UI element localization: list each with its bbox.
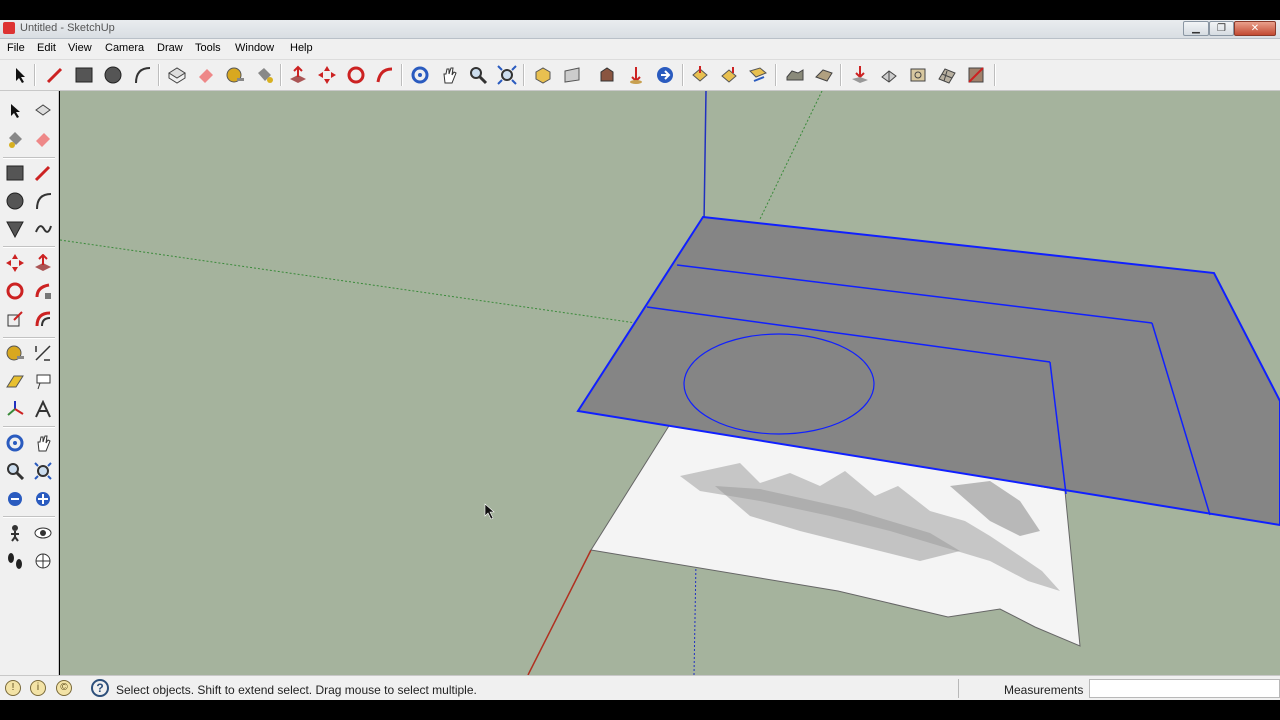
menu-tools[interactable]: Tools xyxy=(195,42,221,54)
menu-draw[interactable]: Draw xyxy=(157,42,183,54)
right-view-icon[interactable] xyxy=(625,64,647,86)
drawing-viewport[interactable] xyxy=(60,91,1280,675)
sketchup-app-icon[interactable] xyxy=(3,22,15,34)
orbit-icon[interactable] xyxy=(409,64,431,86)
menu-bar: File Edit View Camera Draw Tools Window … xyxy=(0,39,1280,59)
left-view-icon[interactable] xyxy=(689,64,711,86)
green-axis-negative xyxy=(60,239,637,324)
menu-window[interactable]: Window xyxy=(235,42,274,54)
select-icon[interactable] xyxy=(3,99,27,123)
make-component-icon[interactable] xyxy=(31,99,55,123)
window-title: Untitled - SketchUp xyxy=(20,22,115,34)
iso-view-icon[interactable] xyxy=(532,64,554,86)
sandbox-from-contours-icon[interactable] xyxy=(718,64,740,86)
terrain-grid-icon[interactable] xyxy=(936,64,958,86)
zoom-window-icon[interactable] xyxy=(31,459,55,483)
arc-icon[interactable] xyxy=(131,64,153,86)
zoom-extents-icon[interactable] xyxy=(31,487,55,511)
follow-me-icon[interactable] xyxy=(31,279,55,303)
rotate-icon[interactable] xyxy=(345,64,367,86)
measurements-label: Measurements xyxy=(1004,683,1084,697)
tool-palette xyxy=(0,91,59,675)
main-toolbar xyxy=(0,59,1280,91)
status-bar: ! i © ? Select objects. Shift to extend … xyxy=(0,675,1280,700)
minimize-button[interactable]: ▁ xyxy=(1183,21,1209,36)
make-component-icon[interactable] xyxy=(166,64,188,86)
tape-measure-icon[interactable] xyxy=(3,341,27,365)
menu-file[interactable]: File xyxy=(7,42,25,54)
orbit-icon[interactable] xyxy=(3,431,27,455)
pan-icon[interactable] xyxy=(438,64,460,86)
menu-view[interactable]: View xyxy=(68,42,92,54)
sandbox-from-scratch-icon[interactable] xyxy=(747,64,769,86)
menu-camera[interactable]: Camera xyxy=(105,42,144,54)
blue-axis-negative xyxy=(693,560,697,675)
polygon-icon[interactable] xyxy=(3,217,27,241)
menu-help[interactable]: Help xyxy=(290,42,313,54)
look-around-icon[interactable] xyxy=(31,521,55,545)
green-axis-positive xyxy=(759,91,823,220)
follow-me-icon[interactable] xyxy=(374,64,396,86)
select-icon[interactable] xyxy=(9,64,31,86)
position-camera-icon[interactable] xyxy=(3,521,27,545)
title-bar: Untitled - SketchUp ▁ ❐ ✕ xyxy=(0,20,1280,39)
close-button[interactable]: ✕ xyxy=(1234,21,1276,36)
circle-icon[interactable] xyxy=(3,189,27,213)
previous-view-icon[interactable] xyxy=(3,487,27,511)
walk-icon[interactable] xyxy=(3,549,27,573)
push-pull-icon[interactable] xyxy=(287,64,309,86)
flip-edge-icon[interactable] xyxy=(907,64,929,86)
credits-icon[interactable]: i xyxy=(30,680,46,696)
push-pull-icon[interactable] xyxy=(31,251,55,275)
help-icon[interactable]: ? xyxy=(91,679,109,697)
circle-icon[interactable] xyxy=(102,64,124,86)
red-axis xyxy=(527,549,592,675)
paint-bucket-icon[interactable] xyxy=(3,127,27,151)
text-icon[interactable] xyxy=(31,369,55,393)
rectangle-icon[interactable] xyxy=(73,64,95,86)
zoom-extents-icon[interactable] xyxy=(496,64,518,86)
protractor-icon[interactable] xyxy=(3,369,27,393)
freehand-icon[interactable] xyxy=(31,217,55,241)
maximize-button[interactable]: ❐ xyxy=(1209,21,1234,36)
dimension-icon[interactable] xyxy=(31,341,55,365)
stamp-icon[interactable] xyxy=(813,64,835,86)
paint-bucket-icon[interactable] xyxy=(253,64,275,86)
status-message: Select objects. Shift to extend select. … xyxy=(116,683,477,697)
section-cut-icon[interactable] xyxy=(965,64,987,86)
sign-in-icon[interactable]: © xyxy=(56,680,72,696)
model-canvas[interactable] xyxy=(60,91,1280,675)
line-icon[interactable] xyxy=(31,161,55,185)
mouse-cursor-icon xyxy=(484,503,495,520)
axes-icon[interactable] xyxy=(3,397,27,421)
zoom-icon[interactable] xyxy=(3,459,27,483)
measurements-input[interactable] xyxy=(1089,679,1280,698)
scale-icon[interactable] xyxy=(3,307,27,331)
drape-icon[interactable] xyxy=(849,64,871,86)
arc-icon[interactable] xyxy=(31,189,55,213)
add-detail-icon[interactable] xyxy=(878,64,900,86)
blue-axis xyxy=(703,91,707,224)
offset-icon[interactable] xyxy=(31,307,55,331)
front-view-icon[interactable] xyxy=(596,64,618,86)
rectangle-icon[interactable] xyxy=(3,161,27,185)
move-icon[interactable] xyxy=(316,64,338,86)
zoom-icon[interactable] xyxy=(467,64,489,86)
move-icon[interactable] xyxy=(3,251,27,275)
top-view-icon[interactable] xyxy=(561,64,583,86)
smoove-icon[interactable] xyxy=(784,64,806,86)
pan-icon[interactable] xyxy=(31,431,55,455)
section-plane-icon[interactable] xyxy=(31,549,55,573)
3d-text-icon[interactable] xyxy=(31,397,55,421)
geolocation-icon[interactable]: ! xyxy=(5,680,21,696)
eraser-icon[interactable] xyxy=(195,64,217,86)
tape-measure-icon[interactable] xyxy=(224,64,246,86)
rotate-icon[interactable] xyxy=(3,279,27,303)
eraser-icon[interactable] xyxy=(31,127,55,151)
line-icon[interactable] xyxy=(44,64,66,86)
menu-edit[interactable]: Edit xyxy=(37,42,56,54)
back-view-icon[interactable] xyxy=(654,64,676,86)
